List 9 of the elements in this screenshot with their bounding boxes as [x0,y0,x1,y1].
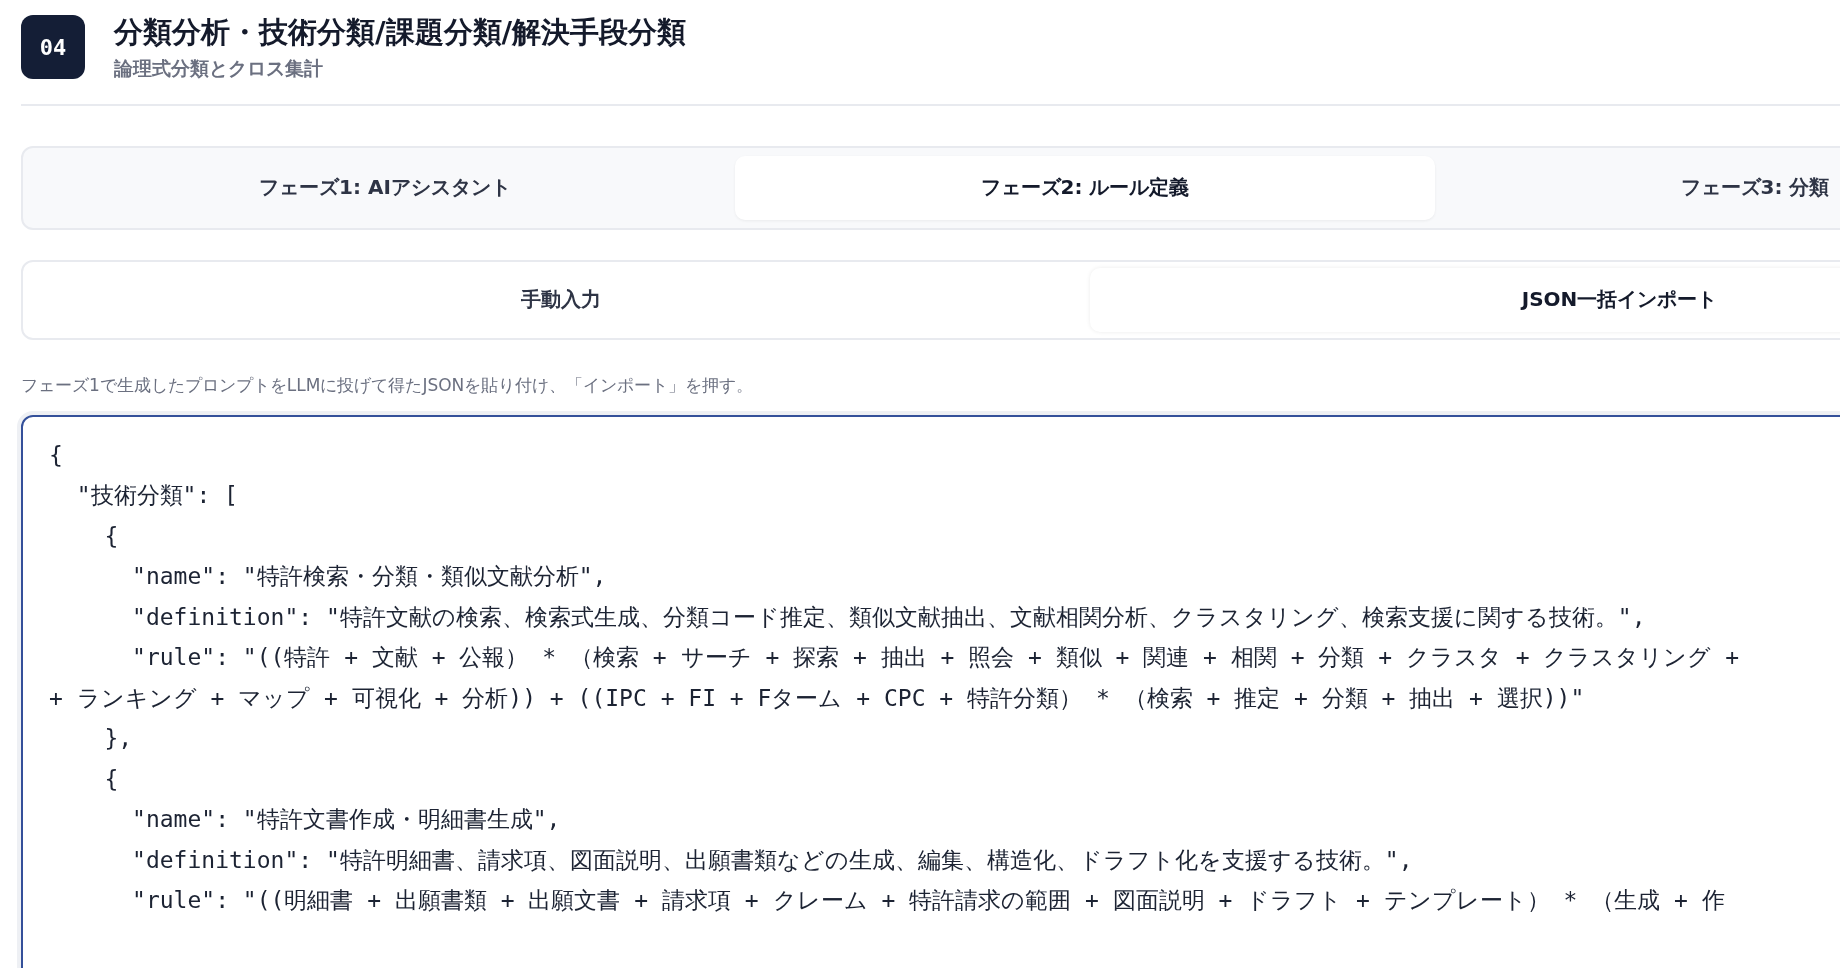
phase-tab[interactable]: フェーズ1: AIアシスタント [35,155,735,220]
phase-tab[interactable]: フェーズ3: 分類 [1435,155,1840,220]
input-mode-tab[interactable]: JSON一括インポート [1090,267,1840,332]
phase-tab[interactable]: フェーズ2: ルール定義 [735,155,1435,220]
input-mode-tab[interactable]: 手動入力 [31,267,1090,332]
page-subtitle: 論理式分類とクロス集計 [114,55,324,81]
page-title: 分類分析・技術分類/課題分類/解決手段分類 [114,15,687,50]
section-number-badge: 04 [21,15,85,79]
instruction-text: フェーズ1で生成したプロンプトをLLMに投げて得たJSONを貼り付け、「インポート」を押す。 [21,373,755,397]
